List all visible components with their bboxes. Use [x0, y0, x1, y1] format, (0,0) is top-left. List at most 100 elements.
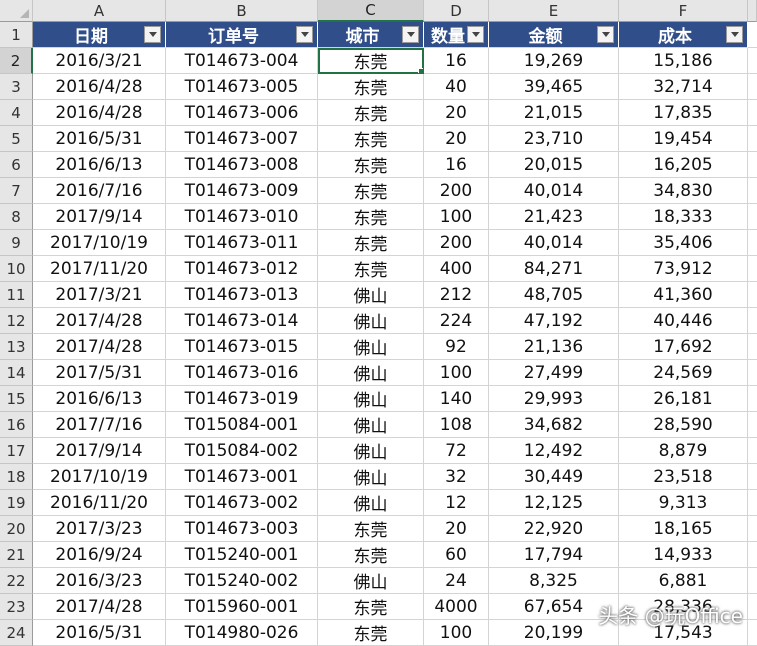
qty-cell[interactable]: 12	[424, 490, 489, 516]
cost-cell[interactable]: 16,205	[619, 152, 748, 178]
cost-cell[interactable]: 15,186	[619, 48, 748, 74]
select-all-corner[interactable]	[0, 0, 33, 22]
city-cell[interactable]: 东莞	[318, 152, 424, 178]
cost-cell[interactable]: 18,165	[619, 516, 748, 542]
cost-cell[interactable]: 26,181	[619, 386, 748, 412]
empty-cell[interactable]	[748, 152, 757, 178]
date-cell[interactable]: 2016/7/16	[33, 178, 166, 204]
cost-cell[interactable]: 18,333	[619, 204, 748, 230]
amount-cell[interactable]: 84,271	[489, 256, 619, 282]
empty-cell[interactable]	[748, 464, 757, 490]
row-header[interactable]: 13	[0, 334, 33, 360]
row-header[interactable]: 11	[0, 282, 33, 308]
column-header-c[interactable]: C	[318, 0, 424, 22]
order-cell[interactable]: T015084-001	[166, 412, 318, 438]
order-cell[interactable]: T015240-002	[166, 568, 318, 594]
date-cell[interactable]: 2017/5/31	[33, 360, 166, 386]
row-header[interactable]: 1	[0, 22, 33, 48]
order-cell[interactable]: T014673-002	[166, 490, 318, 516]
order-cell[interactable]: T014673-014	[166, 308, 318, 334]
filter-dropdown-icon[interactable]	[402, 26, 419, 43]
empty-cell[interactable]	[748, 204, 757, 230]
column-header-e[interactable]: E	[489, 0, 619, 22]
qty-cell[interactable]: 100	[424, 204, 489, 230]
amount-cell[interactable]: 12,492	[489, 438, 619, 464]
city-cell[interactable]: 佛山	[318, 412, 424, 438]
order-cell[interactable]: T014673-011	[166, 230, 318, 256]
row-header[interactable]: 23	[0, 594, 33, 620]
qty-cell[interactable]: 400	[424, 256, 489, 282]
cost-cell[interactable]: 17,692	[619, 334, 748, 360]
qty-cell[interactable]: 40	[424, 74, 489, 100]
amount-cell[interactable]: 29,993	[489, 386, 619, 412]
column-header-d[interactable]: D	[424, 0, 489, 22]
qty-cell[interactable]: 20	[424, 100, 489, 126]
amount-cell[interactable]: 40,014	[489, 230, 619, 256]
cost-cell[interactable]: 14,933	[619, 542, 748, 568]
date-cell[interactable]: 2017/4/28	[33, 334, 166, 360]
qty-cell[interactable]: 140	[424, 386, 489, 412]
date-cell[interactable]: 2016/5/31	[33, 620, 166, 646]
amount-cell[interactable]: 40,014	[489, 178, 619, 204]
order-cell[interactable]: T014673-013	[166, 282, 318, 308]
cost-cell[interactable]: 28,590	[619, 412, 748, 438]
city-cell[interactable]: 佛山	[318, 490, 424, 516]
city-cell[interactable]: 东莞	[318, 620, 424, 646]
row-header[interactable]: 5	[0, 126, 33, 152]
cost-cell[interactable]: 23,518	[619, 464, 748, 490]
cost-cell[interactable]: 24,569	[619, 360, 748, 386]
empty-cell[interactable]	[748, 282, 757, 308]
amount-cell[interactable]: 17,794	[489, 542, 619, 568]
amount-cell[interactable]: 23,710	[489, 126, 619, 152]
cost-cell[interactable]: 6,881	[619, 568, 748, 594]
empty-cell[interactable]	[748, 490, 757, 516]
filter-dropdown-icon[interactable]	[296, 26, 313, 43]
order-cell[interactable]: T014673-012	[166, 256, 318, 282]
amount-cell[interactable]: 21,136	[489, 334, 619, 360]
date-cell[interactable]: 2017/3/23	[33, 516, 166, 542]
date-cell[interactable]: 2017/10/19	[33, 230, 166, 256]
order-cell[interactable]: T014673-006	[166, 100, 318, 126]
date-cell[interactable]: 2017/10/19	[33, 464, 166, 490]
empty-cell[interactable]	[748, 256, 757, 282]
column-header-a[interactable]: A	[33, 0, 166, 22]
city-cell[interactable]: 东莞	[318, 178, 424, 204]
filter-dropdown-icon[interactable]	[726, 26, 743, 43]
row-header[interactable]: 17	[0, 438, 33, 464]
row-header[interactable]: 12	[0, 308, 33, 334]
date-cell[interactable]: 2016/9/24	[33, 542, 166, 568]
empty-cell[interactable]	[748, 74, 757, 100]
city-cell[interactable]: 佛山	[318, 568, 424, 594]
amount-cell[interactable]: 20,015	[489, 152, 619, 178]
date-cell[interactable]: 2016/3/21	[33, 48, 166, 74]
order-cell[interactable]: T014673-015	[166, 334, 318, 360]
city-cell[interactable]: 佛山	[318, 334, 424, 360]
row-header[interactable]: 2	[0, 48, 33, 74]
empty-cell[interactable]	[748, 360, 757, 386]
date-cell[interactable]: 2016/6/13	[33, 152, 166, 178]
row-header[interactable]: 8	[0, 204, 33, 230]
empty-cell[interactable]	[748, 308, 757, 334]
empty-cell[interactable]	[748, 542, 757, 568]
city-cell[interactable]: 佛山	[318, 308, 424, 334]
amount-cell[interactable]: 30,449	[489, 464, 619, 490]
qty-cell[interactable]: 60	[424, 542, 489, 568]
qty-cell[interactable]: 16	[424, 48, 489, 74]
order-cell[interactable]: T014673-016	[166, 360, 318, 386]
cost-cell[interactable]: 32,714	[619, 74, 748, 100]
amount-cell[interactable]: 39,465	[489, 74, 619, 100]
filter-dropdown-icon[interactable]	[467, 26, 484, 43]
city-cell[interactable]: 东莞	[318, 74, 424, 100]
date-cell[interactable]: 2017/3/21	[33, 282, 166, 308]
date-cell[interactable]: 2016/11/20	[33, 490, 166, 516]
date-cell[interactable]: 2016/4/28	[33, 74, 166, 100]
empty-cell[interactable]	[748, 620, 757, 646]
order-cell[interactable]: T014673-019	[166, 386, 318, 412]
column-header-g[interactable]	[748, 0, 757, 22]
amount-cell[interactable]: 19,269	[489, 48, 619, 74]
empty-cell[interactable]	[748, 48, 757, 74]
order-cell[interactable]: T014673-007	[166, 126, 318, 152]
order-cell[interactable]: T014673-008	[166, 152, 318, 178]
cost-cell[interactable]: 40,446	[619, 308, 748, 334]
cost-cell[interactable]: 17,835	[619, 100, 748, 126]
